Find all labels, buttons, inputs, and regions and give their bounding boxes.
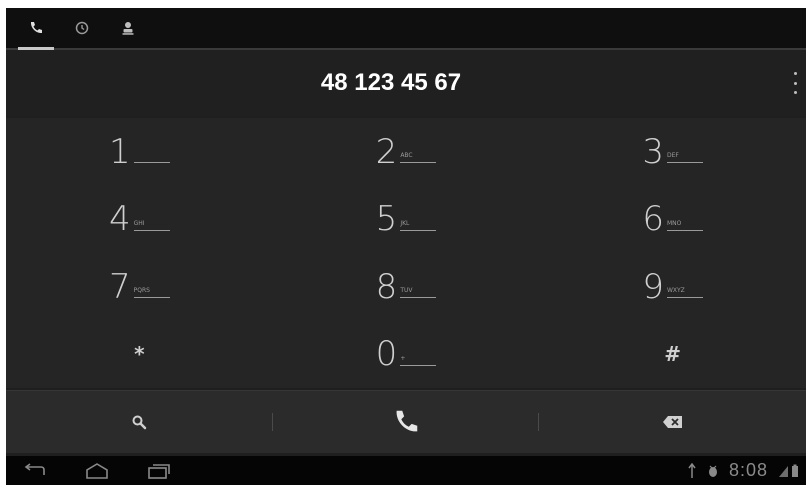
key-5[interactable]: 5 JKL bbox=[273, 186, 540, 254]
signal-battery-icon bbox=[779, 464, 798, 477]
keypad: 1 2 ABC 3 DEF 4 GHI 5 JKL 6 MNO 7 PQRS 8 bbox=[6, 118, 806, 388]
number-display: 48 123 45 67 bbox=[6, 50, 806, 116]
key-letters: TUV bbox=[400, 287, 437, 299]
key-digit: 9 bbox=[642, 266, 664, 307]
key-digit: 0 bbox=[375, 334, 398, 375]
key-3[interactable]: 3 DEF bbox=[539, 118, 806, 186]
key-7[interactable]: 7 PQRS bbox=[6, 253, 273, 321]
key-star[interactable]: * bbox=[6, 321, 273, 389]
recent-apps-icon bbox=[148, 464, 170, 479]
tab-bar bbox=[6, 8, 806, 50]
dialed-number[interactable]: 48 123 45 67 bbox=[6, 50, 776, 116]
key-digit: 5 bbox=[375, 199, 398, 240]
key-symbol: * bbox=[134, 342, 145, 367]
key-2[interactable]: 2 ABC bbox=[273, 118, 540, 186]
key-digit: 3 bbox=[642, 131, 664, 172]
back-button[interactable] bbox=[20, 461, 50, 481]
home-button[interactable] bbox=[82, 461, 112, 481]
back-icon bbox=[24, 463, 45, 475]
key-letters: GHI bbox=[133, 220, 170, 231]
backspace-icon bbox=[662, 416, 682, 428]
clock: 8:08 bbox=[728, 460, 768, 480]
key-6[interactable]: 6 MNO bbox=[539, 186, 806, 254]
recent-apps-button[interactable] bbox=[144, 461, 174, 481]
dialer-screen: 48 123 45 67 1 2 ABC 3 DEF 4 GHI 5 JKL 6… bbox=[6, 8, 806, 485]
contacts-icon bbox=[122, 22, 134, 35]
search-button[interactable] bbox=[6, 391, 273, 453]
key-4[interactable]: 4 GHI bbox=[6, 186, 273, 254]
key-symbol: # bbox=[664, 342, 682, 367]
debug-icon bbox=[708, 465, 717, 477]
key-digit: 2 bbox=[375, 131, 398, 172]
key-letters bbox=[133, 152, 170, 164]
action-bar bbox=[6, 390, 806, 453]
key-letters: DEF bbox=[666, 152, 703, 164]
key-9[interactable]: 9 WXYZ bbox=[539, 253, 806, 321]
key-letters: JKL bbox=[400, 220, 437, 231]
clock-icon bbox=[75, 21, 89, 35]
key-pound[interactable]: # bbox=[539, 321, 806, 389]
key-digit: 8 bbox=[375, 266, 398, 307]
call-button[interactable] bbox=[273, 391, 540, 453]
key-letters: ABC bbox=[400, 152, 437, 164]
tab-phone[interactable] bbox=[14, 8, 58, 50]
phone-icon bbox=[30, 22, 42, 34]
key-digit: 7 bbox=[109, 266, 131, 307]
tab-contacts[interactable] bbox=[106, 8, 150, 48]
system-navigation-bar: 8:08 bbox=[6, 456, 806, 485]
usb-icon bbox=[688, 462, 696, 478]
status-area: 8:08 bbox=[687, 456, 800, 485]
search-icon bbox=[132, 415, 147, 430]
key-0[interactable]: 0 + bbox=[273, 321, 540, 389]
delete-button[interactable] bbox=[539, 391, 806, 453]
key-8[interactable]: 8 TUV bbox=[273, 253, 540, 321]
key-1[interactable]: 1 bbox=[6, 118, 273, 186]
home-icon bbox=[86, 463, 108, 479]
overflow-menu-icon[interactable] bbox=[790, 72, 800, 94]
tab-recent[interactable] bbox=[60, 8, 104, 48]
key-letters: MNO bbox=[666, 220, 703, 231]
key-letters: PQRS bbox=[133, 287, 170, 299]
key-letters: WXYZ bbox=[666, 287, 703, 299]
key-digit: 6 bbox=[642, 199, 664, 240]
key-digit: 4 bbox=[109, 199, 131, 240]
key-letters: + bbox=[400, 355, 437, 366]
phone-call-icon bbox=[396, 410, 418, 432]
key-digit: 1 bbox=[109, 131, 131, 172]
